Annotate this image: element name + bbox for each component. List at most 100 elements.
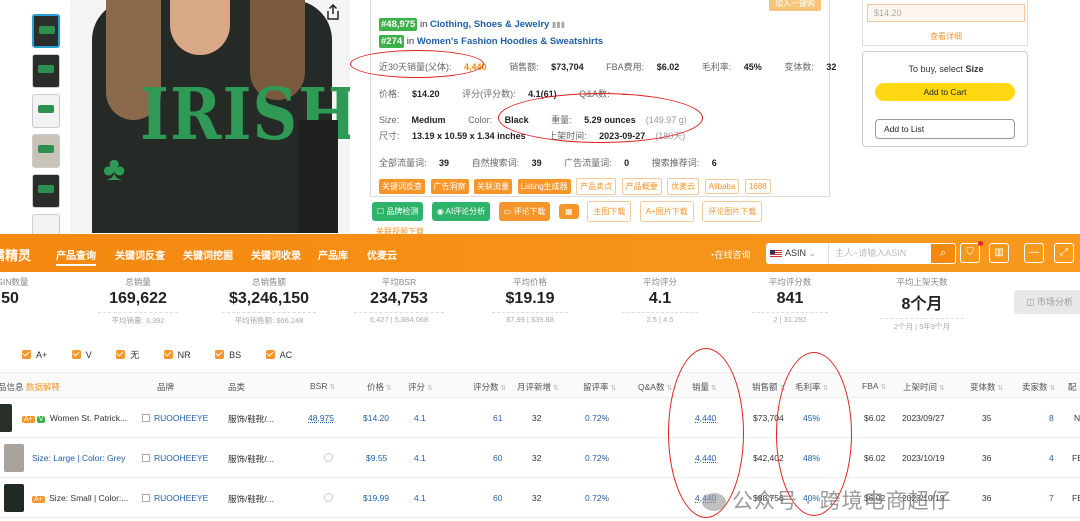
tag-1688[interactable]: 1688 xyxy=(744,179,771,194)
expand-icon[interactable]: ⤢ xyxy=(1054,243,1074,263)
asin-input[interactable]: 主人~请输入ASIN xyxy=(828,243,930,264)
thumbnail-1[interactable] xyxy=(32,14,60,48)
col-margin[interactable]: 毛利率 ⇅ xyxy=(795,381,828,393)
check-icon: ☐ xyxy=(377,207,385,216)
add-to-cart-button[interactable]: Add to Cart xyxy=(875,83,1015,101)
action-button-row: ☐ 品牌检测 ◉ AI评论分析 ▭ 评论下载 ▦ 主图下载 A+图片下载 评论图… xyxy=(372,201,766,222)
tag-related-traffic[interactable]: 关联流量 xyxy=(474,179,513,194)
tab-product-library[interactable]: 产品库 xyxy=(318,247,348,262)
traffic-row: 全部流量词: 39 自然搜索词: 39 广告流量词: 0 搜索推荐词: 6 xyxy=(379,158,717,168)
stat-total-sales: 总销量 169,622 平均销量: 3,392 xyxy=(98,276,178,326)
ai-review-button[interactable]: ◉ AI评论分析 xyxy=(431,202,491,221)
stat-total-revenue: 总销售额 $3,246,150 平均销售额: $66,248 xyxy=(222,276,316,326)
product-info-panel: 加入一键购 #48,975 in Clothing, Shoes & Jewel… xyxy=(370,0,836,197)
analysis-icon: ◫ xyxy=(1026,297,1035,307)
minimize-icon[interactable]: — xyxy=(1024,243,1044,263)
aplus-download-button[interactable]: A+图片下载 xyxy=(639,201,694,222)
row-thumbnail[interactable] xyxy=(4,484,24,512)
rank-badge: #48,975 xyxy=(379,18,418,31)
comment-icon: ▭ xyxy=(503,207,512,216)
tab-product-query[interactable]: 产品查询 xyxy=(56,247,96,266)
col-price[interactable]: 价格 ⇅ xyxy=(367,381,392,393)
filter-nr[interactable]: NR xyxy=(163,350,191,360)
select-size-text: To buy, select Size xyxy=(908,64,984,74)
brand-check-button[interactable]: ☐ 品牌检测 xyxy=(372,202,424,221)
share-icon[interactable] xyxy=(326,4,340,20)
stat-asin-count: ASIN数量50 xyxy=(0,277,29,307)
filter-bs[interactable]: BS xyxy=(215,350,241,360)
col-revenue[interactable]: 销售额 ⇅ xyxy=(752,381,785,393)
watermark: 公众号 · 跨境电商超仔 xyxy=(702,485,952,515)
tab-keyword-reverse[interactable]: 关键词反查 xyxy=(115,247,165,262)
rank-category-link[interactable]: Clothing, Shoes & Jewelry xyxy=(430,19,549,30)
tag-ad-insight[interactable]: 广告洞察 xyxy=(430,179,469,194)
col-extra: 配 xyxy=(1068,382,1077,392)
tag-listing-generator[interactable]: Listing生成器 xyxy=(517,179,571,194)
col-fba[interactable]: FBA ⇅ xyxy=(862,381,886,391)
tag-product-summary[interactable]: 产品概要 xyxy=(621,178,662,195)
thumbnail-2[interactable] xyxy=(32,54,60,88)
main-image-download-button[interactable]: 主图下载 xyxy=(587,201,632,222)
ai-icon: ◉ xyxy=(436,207,444,216)
search-icon: ⌕ xyxy=(939,247,947,259)
add-to-list-button[interactable]: Add to List xyxy=(875,119,1015,139)
thumbnail-5[interactable] xyxy=(32,174,60,208)
dimension-row: 尺寸: 13.19 x 10.59 x 1.34 inches 上架时间: 20… xyxy=(379,131,686,141)
col-variants[interactable]: 变体数 ⇅ xyxy=(970,381,1003,393)
chart-icon[interactable]: ▥ xyxy=(989,243,1009,263)
rank-category-link[interactable]: Women's Fashion Hoodies & Sweatshirts xyxy=(417,36,603,47)
tag-alibaba[interactable]: Alibaba xyxy=(704,179,740,194)
rank-badge: #274 xyxy=(379,35,405,48)
marketplace-select[interactable]: ASIN ⌄ xyxy=(766,243,828,264)
filter-icon[interactable]: ⛉ xyxy=(960,243,980,263)
filter-ac[interactable]: AC xyxy=(265,350,292,360)
filter-aplus[interactable]: A+ xyxy=(22,350,47,360)
tag-keyword-reverse[interactable]: 关键词反查 xyxy=(379,179,425,194)
col-monthly-new[interactable]: 月评新增 ⇅ xyxy=(517,381,559,393)
row-thumbnail[interactable] xyxy=(0,404,12,432)
row-title[interactable]: Size: Small | Color:... xyxy=(49,493,128,503)
calculator-button[interactable]: ▦ xyxy=(558,204,579,219)
col-review-rate[interactable]: 留评率 ⇅ xyxy=(583,381,616,393)
bar-chart-icon[interactable]: ▮▮▮ xyxy=(552,20,565,29)
filter-v[interactable]: V xyxy=(71,350,92,360)
rank-row-2: #274 in Women's Fashion Hoodies & Sweats… xyxy=(379,35,604,48)
col-bsr[interactable]: BSR ⇅ xyxy=(310,381,335,391)
image-thumbnails xyxy=(32,14,60,254)
row-title[interactable]: Size: Large | Color: Grey xyxy=(32,453,125,463)
table-row[interactable]: A+ V Women St. Patrick... RUOOHEEYE 服饰/鞋靴… xyxy=(0,399,1080,438)
thumbnail-3[interactable] xyxy=(32,94,60,128)
tag-youmaiyun[interactable]: 优麦云 xyxy=(667,178,700,195)
col-rating-count[interactable]: 评分数 ⇅ xyxy=(473,381,506,393)
stat-avg-rating: 平均评分 4.1 2.5 | 4.5 xyxy=(622,276,698,324)
online-consult-link[interactable]: ◔在线咨询 xyxy=(709,248,750,261)
tab-keyword-mining[interactable]: 关键词挖掘 xyxy=(183,247,233,262)
tab-keyword-indexing[interactable]: 关键词收录 xyxy=(251,247,301,262)
col-qa[interactable]: Q&A数 ⇅ xyxy=(638,381,672,393)
stat-avg-price: 平均价格 $19.19 $7.99 | $39.88 xyxy=(492,276,568,324)
search-button[interactable]: ⌕ xyxy=(930,243,956,264)
stat-avg-bsr: 平均BSR 234,753 6,427 | 5,884,068 xyxy=(354,276,444,324)
col-sales[interactable]: 销量 ⇅ xyxy=(692,381,717,393)
cart-box: To buy, select Size Add to Cart Add to L… xyxy=(862,51,1028,147)
tab-youmaiyun[interactable]: 优麦云 xyxy=(367,247,397,262)
market-analysis-button[interactable]: ◫ 市场分析 xyxy=(1014,290,1080,314)
tag-selling-points[interactable]: 产品卖点 xyxy=(576,178,617,195)
stat-avg-listing-age: 平均上架天数 8个月 2个月 | 5年9个月 xyxy=(880,276,964,332)
col-launch[interactable]: 上架时间 ⇅ xyxy=(903,381,945,393)
sales-30d-value: 4,440 xyxy=(464,62,487,72)
row-title[interactable]: Women St. Patrick... xyxy=(50,413,127,423)
col-sellers[interactable]: 卖家数 ⇅ xyxy=(1022,381,1055,393)
col-rating[interactable]: 评分 ⇅ xyxy=(408,381,433,393)
review-image-download-button[interactable]: 评论图片下载 xyxy=(702,201,763,222)
tool-tags: 关键词反查 广告洞察 关联流量 Listing生成器 产品卖点 产品概要 优麦云… xyxy=(379,178,774,195)
view-detail-link[interactable]: 查看详细 xyxy=(863,31,1029,42)
thumbnail-4[interactable] xyxy=(32,134,60,168)
filter-none[interactable]: 无 xyxy=(116,348,139,361)
loading-spinner-icon xyxy=(324,493,333,504)
price-display: $14.20 xyxy=(867,4,1025,22)
top-action-button[interactable]: 加入一键购 xyxy=(769,0,821,11)
row-thumbnail[interactable] xyxy=(4,444,24,472)
review-download-button[interactable]: ▭ 评论下载 xyxy=(498,202,551,221)
table-row[interactable]: Size: Large | Color: Grey RUOOHEEYE 服饰/鞋… xyxy=(0,439,1080,478)
